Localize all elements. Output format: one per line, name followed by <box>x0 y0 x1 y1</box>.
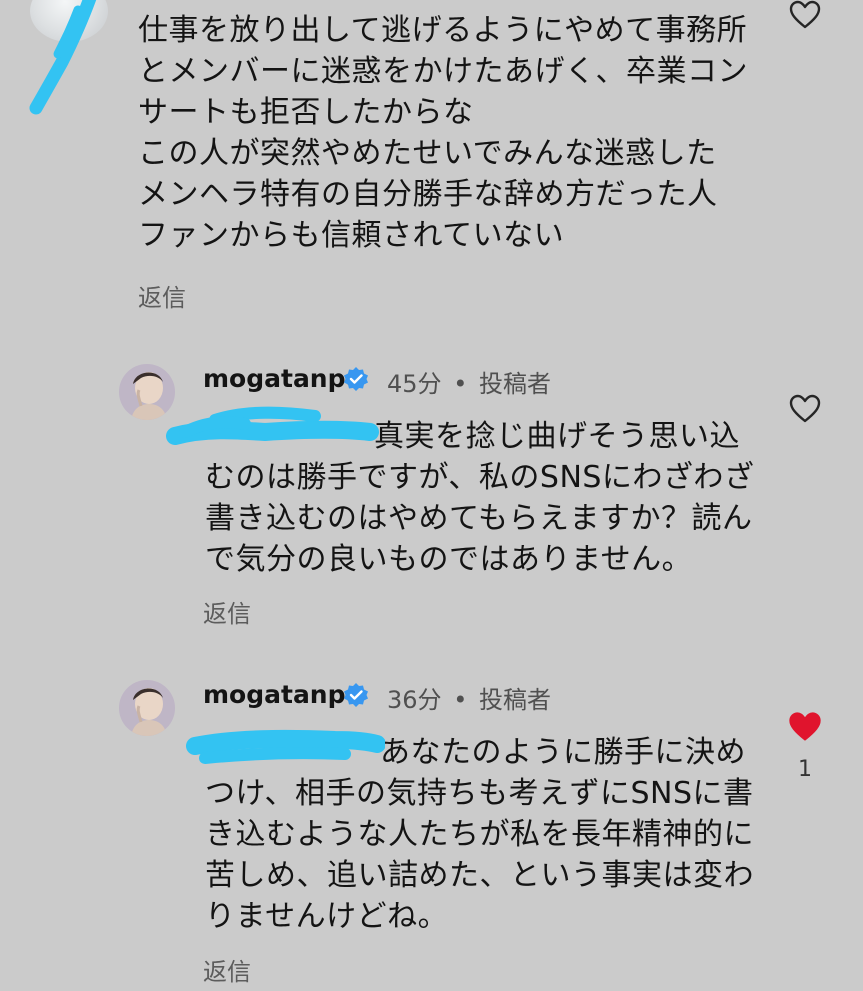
username[interactable]: mogatanpe <box>203 364 362 393</box>
avatar-photo <box>119 364 175 420</box>
author-badge: 投稿者 <box>478 370 551 398</box>
reply-button[interactable]: 返信 <box>203 594 251 629</box>
author-badge: 投稿者 <box>478 686 551 714</box>
verified-badge-icon <box>344 367 368 391</box>
separator: • <box>453 686 468 714</box>
comment-text: あなたのように勝手に決め つけ、相手の気持ちも考えずにSNSに書 き込むような人… <box>205 735 754 934</box>
heart-outline-icon[interactable] <box>789 0 821 30</box>
reply-button[interactable]: 返信 <box>203 952 251 987</box>
avatar[interactable] <box>119 680 175 736</box>
avatar-photo <box>119 680 175 736</box>
separator: • <box>453 370 468 398</box>
like-count: 1 <box>798 757 812 782</box>
comment-meta: 36分 • 投稿者 <box>387 680 551 715</box>
timestamp: 45分 <box>387 370 442 398</box>
heart-outline-icon[interactable] <box>789 394 821 424</box>
comment-text: 真実を捻じ曲げそう思い込 むのは勝手ですが、私のSNSにわざわざ 書き込むのはや… <box>205 419 755 577</box>
username[interactable]: mogatanpe <box>203 680 362 709</box>
comment-meta: 45分 • 投稿者 <box>387 364 551 399</box>
heart-filled-icon[interactable] <box>788 711 822 743</box>
avatar[interactable] <box>119 364 175 420</box>
timestamp: 36分 <box>387 686 442 714</box>
verified-badge-icon <box>344 683 368 707</box>
reply-button[interactable]: 返信 <box>138 278 186 313</box>
comment-text: 仕事を放り出して逃げるようにやめて事務所 とメンバーに迷惑をかけたあげく、卒業コ… <box>138 13 748 253</box>
avatar[interactable] <box>30 0 108 42</box>
